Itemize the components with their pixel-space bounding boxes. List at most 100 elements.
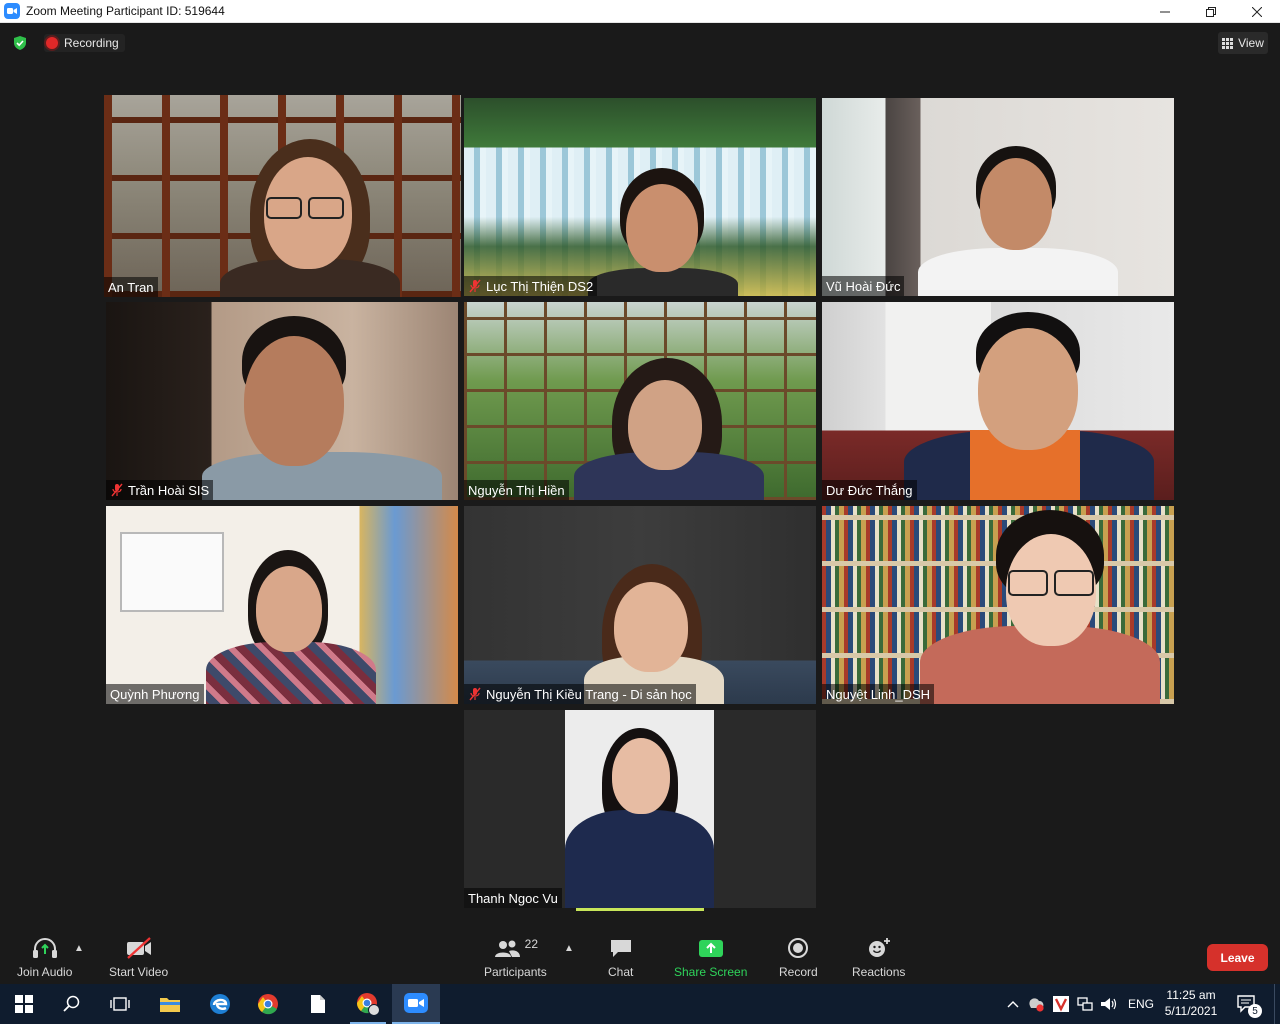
security-shield-icon[interactable] [12,35,28,51]
video-tile[interactable]: Trần Hoài SIS [106,302,458,500]
video-tile[interactable]: Nguyễn Thị Kiều Trang - Di sản học [464,506,816,704]
participants-button[interactable]: 22 Participants [484,935,547,979]
participant-name: Nguyễn Thị Hiền [464,480,569,500]
chrome-icon[interactable] [244,984,292,1024]
audio-options-chevron-icon[interactable]: ▲ [74,943,84,954]
glasses-icon [308,197,344,219]
window-titlebar: Zoom Meeting Participant ID: 519644 [0,0,1280,23]
show-desktop-button[interactable] [1274,984,1280,1024]
participant-name: Trần Hoài SIS [106,480,214,500]
sync-error-icon[interactable] [1023,996,1049,1012]
headphones-icon [32,935,58,959]
glasses-icon [1054,570,1094,596]
participant-body [565,810,714,908]
reactions-button[interactable]: Reactions [852,935,905,979]
edge-icon[interactable] [196,984,244,1024]
clock-date: 5/11/2021 [1164,1004,1218,1018]
meeting-topbar: Recording View [0,23,1280,63]
share-screen-label: Share Screen [674,965,748,979]
share-screen-button[interactable]: Share Screen [674,935,747,979]
document-icon[interactable] [294,984,342,1024]
file-explorer-icon[interactable] [146,984,194,1024]
notifications-icon[interactable]: 5 [1226,984,1268,1024]
participant-name: Nguyễn Thị Kiều Trang - Di sản học [464,684,696,704]
reactions-label: Reactions [852,965,906,979]
chat-label: Chat [608,965,634,979]
recording-indicator[interactable]: Recording [44,34,125,52]
window-title: Zoom Meeting Participant ID: 519644 [26,4,225,18]
leave-button[interactable]: Leave [1207,944,1268,971]
join-audio-button[interactable]: Join Audio [17,935,72,979]
zoom-icon[interactable] [392,984,440,1024]
close-icon[interactable] [1234,0,1280,23]
tray-chevron-icon[interactable] [1003,997,1023,1011]
participant-name: Vũ Hoài Đức [822,276,905,296]
system-tray: ENG [1003,984,1161,1024]
video-tile[interactable]: Nguyệt Linh_DSH [822,506,1174,704]
video-tile[interactable]: Thanh Ngoc Vu [464,710,816,908]
video-tile[interactable]: Lục Thị Thiện DS2 [464,98,816,296]
muted-mic-icon [111,483,123,497]
meeting-area: Recording View An Tran Lục Thị Thiện DS2 [0,23,1280,933]
smiley-plus-icon [867,935,891,959]
record-button[interactable]: Record [779,935,818,979]
video-tile[interactable]: Vũ Hoài Đức [822,98,1174,296]
participant-name: Quỳnh Phương [106,684,204,704]
clock-time: 11:25 am [1166,988,1216,1002]
participant-face [628,380,702,470]
recording-dot-icon [46,37,58,49]
participant-name: Dư Đức Thắng [822,480,917,500]
taskbar-clock[interactable]: 11:25 am 5/11/2021 [1160,987,1222,1019]
view-button[interactable]: View [1218,32,1268,54]
video-off-icon [125,935,153,959]
start-video-button[interactable]: Start Video [109,935,168,979]
minimize-icon[interactable] [1142,0,1188,23]
language-indicator[interactable]: ENG [1121,997,1161,1011]
participant-body [918,248,1118,296]
chrome-profile-icon[interactable] [344,984,392,1024]
participant-face [626,184,698,272]
video-tile[interactable]: An Tran [104,95,461,297]
muted-mic-icon [469,279,481,293]
participant-name: Nguyệt Linh_DSH [822,684,935,704]
participants-count: 22 [524,937,539,951]
participant-face [978,328,1078,450]
volume-icon[interactable] [1097,996,1121,1012]
speaking-indicator [576,908,704,911]
video-tile[interactable]: Quỳnh Phương [106,506,458,704]
task-view-icon[interactable] [96,984,144,1024]
participant-name: Lục Thị Thiện DS2 [464,276,598,296]
participant-face [614,582,688,672]
grid-view-icon [1222,37,1234,49]
participant-face [256,566,322,652]
view-label: View [1238,36,1264,50]
windows-taskbar: ENG 11:25 am 5/11/2021 5 [0,984,1280,1024]
participant-face [244,336,344,466]
network-icon[interactable] [1073,996,1097,1012]
antivirus-icon[interactable] [1049,996,1073,1012]
glasses-icon [266,197,302,219]
participants-options-chevron-icon[interactable]: ▲ [564,943,574,954]
windows-start-icon[interactable] [0,984,48,1024]
participant-face [980,158,1052,250]
participant-body [588,268,738,296]
start-video-label: Start Video [109,965,169,979]
record-label: Record [779,965,818,979]
search-icon[interactable] [48,984,96,1024]
notification-count-badge: 5 [1248,1004,1262,1018]
recording-label: Recording [64,36,119,50]
participant-body [202,452,442,500]
zoom-logo-icon [4,3,20,19]
video-tile[interactable]: Nguyễn Thị Hiền [464,302,816,500]
restore-icon[interactable] [1188,0,1234,23]
meeting-toolbar: Join Audio ▲ Start Video 22 Participants… [0,933,1280,984]
chat-icon [609,935,633,959]
participants-icon: 22 [493,935,538,959]
video-tile[interactable]: Dư Đức Thắng [822,302,1174,500]
chat-button[interactable]: Chat [608,935,633,979]
muted-mic-icon [469,687,481,701]
whiteboard [120,532,224,612]
participants-label: Participants [484,965,547,979]
participant-name: An Tran [104,277,158,297]
record-icon [787,935,809,959]
